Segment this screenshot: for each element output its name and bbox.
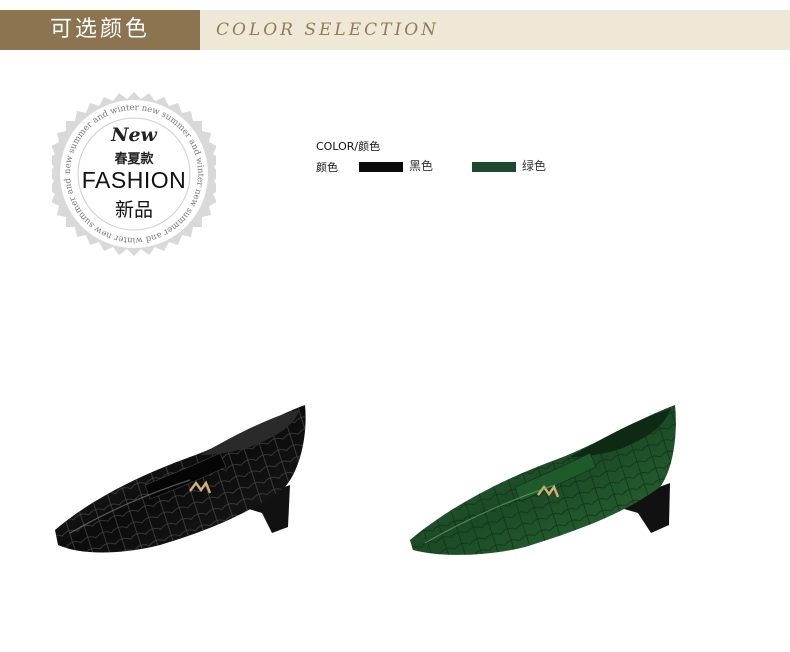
color-label: 颜色 [316,161,338,174]
green-color-swatch[interactable] [472,162,516,172]
banner-title-en: COLOR SELECTION [216,20,440,40]
green-shoe-image[interactable] [405,395,690,575]
color-title: COLOR/颜色 [316,140,381,153]
section-banner: 可选颜色 COLOR SELECTION [0,10,790,50]
badge-new: New [111,124,157,146]
banner-title-cn: 可选颜色 [0,10,200,50]
badge-new-product: 新品 [114,199,153,221]
badge-text: New 春夏款 FASHION 新品 [52,92,216,256]
badge-season: 春夏款 [114,152,154,167]
black-shoe-image[interactable] [50,395,320,575]
black-color-name: 黑色 [409,159,434,173]
green-color-name: 绿色 [522,159,547,173]
black-color-swatch[interactable] [359,162,403,172]
badge-fashion: FASHION [81,167,187,193]
